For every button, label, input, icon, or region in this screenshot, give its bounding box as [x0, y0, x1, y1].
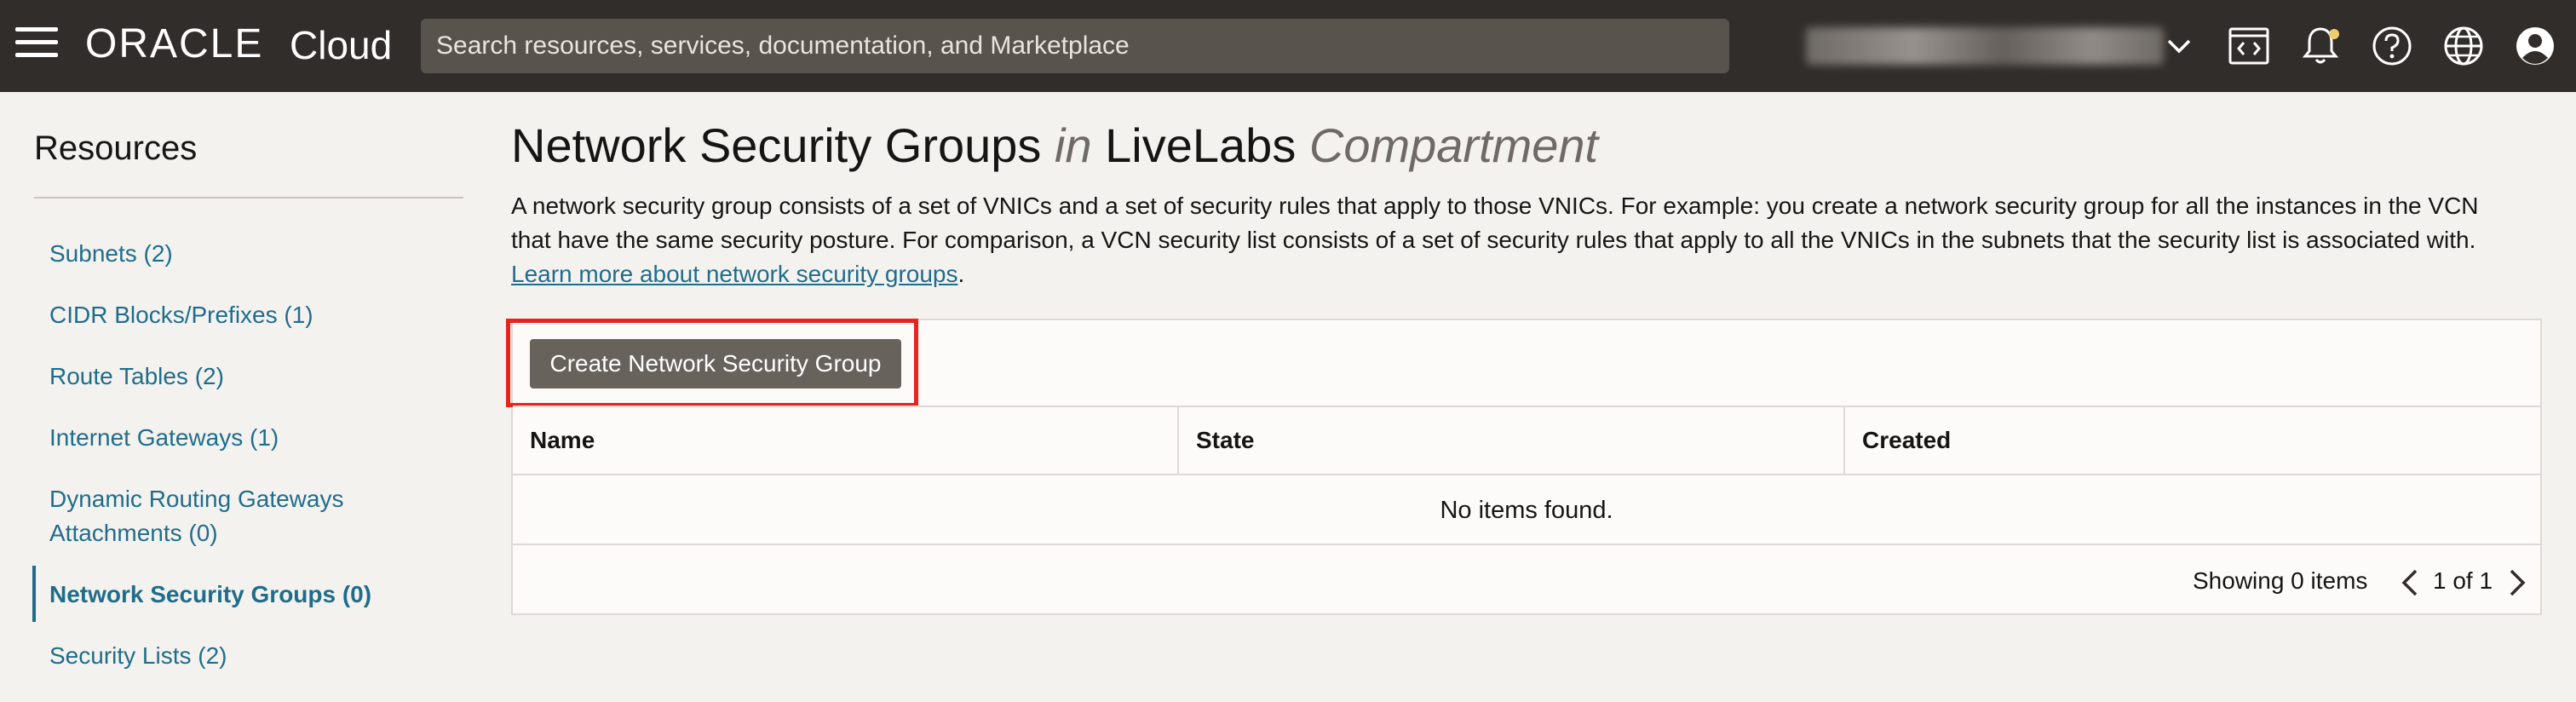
page-title-compartment: LiveLabs — [1105, 118, 1297, 172]
description-text: A network security group consists of a s… — [511, 193, 2479, 253]
oracle-logo[interactable]: ORACLE — [85, 20, 263, 67]
page-title: Network Security Groups in LiveLabs Comp… — [511, 118, 1598, 173]
page-title-in: in — [1055, 118, 1092, 172]
sidebar-item-label-line1: Dynamic Routing Gateways — [49, 486, 344, 512]
pagination-text: 1 of 1 — [2433, 567, 2493, 594]
notification-dot — [2329, 29, 2339, 39]
sidebar-item-route-tables[interactable]: Route Tables (2) — [49, 360, 224, 394]
page-description: A network security group consists of a s… — [511, 189, 2504, 291]
sidebar-item-drg-attachments[interactable]: Dynamic Routing Gateways Attachments (0) — [49, 482, 343, 550]
empty-table-message: No items found. — [513, 475, 2540, 545]
cloud-logo-text[interactable]: Cloud — [290, 22, 392, 68]
learn-more-link[interactable]: Learn more about network security groups — [511, 261, 958, 287]
sidebar-item-subnets[interactable]: Subnets (2) — [49, 237, 173, 271]
sidebar-item-cidr-blocks[interactable]: CIDR Blocks/Prefixes (1) — [49, 298, 313, 332]
description-end: . — [957, 261, 965, 287]
sidebar-active-indicator — [32, 566, 36, 622]
column-header-state[interactable]: State — [1179, 407, 1843, 474]
tenancy-selector-blurred[interactable] — [1806, 27, 2164, 65]
help-icon[interactable] — [2370, 24, 2414, 68]
chevron-right-icon[interactable] — [2501, 566, 2532, 600]
sidebar-item-security-lists[interactable]: Security Lists (2) — [49, 639, 227, 673]
page-title-main: Network Security Groups — [511, 118, 1042, 172]
chevron-down-icon[interactable] — [2164, 31, 2194, 61]
chevron-left-icon[interactable] — [2395, 566, 2426, 600]
create-network-security-group-button[interactable]: Create Network Security Group — [530, 339, 901, 388]
items-count-text: Showing 0 items — [2193, 567, 2368, 594]
column-header-name[interactable]: Name — [513, 407, 1177, 474]
code-editor-icon[interactable] — [2227, 24, 2271, 68]
top-navigation-bar: ORACLE Cloud — [0, 0, 2576, 92]
globe-icon[interactable] — [2441, 24, 2486, 68]
search-input[interactable] — [421, 19, 1729, 73]
sidebar-item-network-security-groups[interactable]: Network Security Groups (0) — [49, 578, 371, 612]
sidebar-item-label-line2: Attachments (0) — [49, 520, 218, 546]
page-title-compartment-suffix: Compartment — [1308, 118, 1599, 172]
profile-icon[interactable] — [2513, 24, 2557, 68]
sidebar-title: Resources — [34, 129, 198, 167]
table-header-row: Name State Created — [513, 406, 2540, 475]
sidebar-divider — [34, 197, 463, 199]
hamburger-menu-icon[interactable] — [15, 27, 58, 61]
column-header-created[interactable]: Created — [1845, 407, 2540, 474]
sidebar-item-internet-gateways[interactable]: Internet Gateways (1) — [49, 421, 279, 455]
